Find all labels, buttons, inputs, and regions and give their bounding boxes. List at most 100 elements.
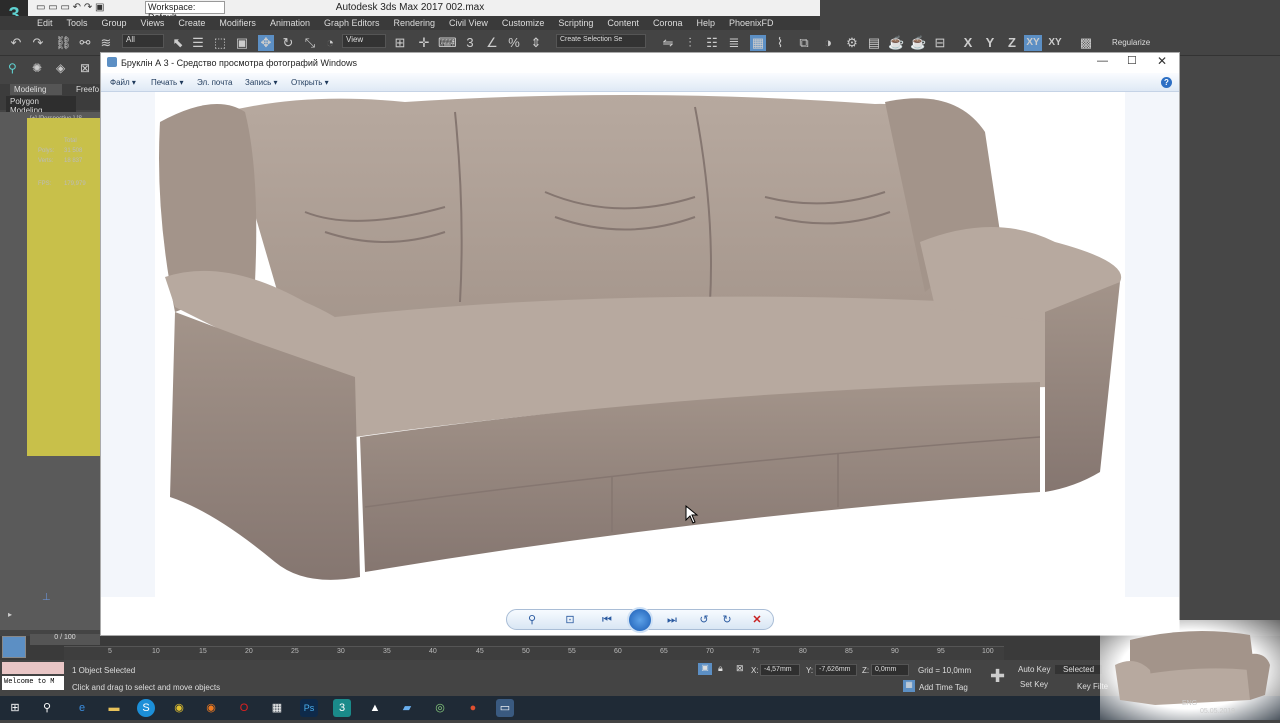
menu-tools[interactable]: Tools [60, 18, 95, 28]
z-coordinate-field[interactable]: 0,0mm [871, 664, 909, 676]
menu-email[interactable]: Эл. почта [197, 78, 232, 87]
menu-animation[interactable]: Animation [263, 18, 317, 28]
menu-graph-editors[interactable]: Graph Editors [317, 18, 387, 28]
time-tag-icon[interactable]: ▦ [903, 680, 915, 692]
regularize-button[interactable]: Regularize [1112, 38, 1150, 47]
menu-views[interactable]: Views [134, 18, 172, 28]
select-object-icon[interactable]: ⬉ [170, 35, 186, 51]
menu-help[interactable]: Help [689, 18, 722, 28]
redo-icon[interactable]: ↷ [30, 35, 46, 51]
maximize-button[interactable]: ☐ [1127, 54, 1137, 67]
selection-filter-dropdown[interactable]: All [122, 34, 164, 48]
photo-canvas[interactable] [101, 92, 1179, 597]
corona-icon[interactable]: ◎ [431, 699, 449, 717]
axis-y-button[interactable]: Y [982, 35, 998, 51]
previous-icon[interactable]: ⏮ [599, 613, 615, 627]
viewport-play-icon[interactable]: ▸ [8, 610, 12, 619]
percent-snap-icon[interactable]: % [506, 35, 522, 51]
maxscript-listener-pink[interactable] [2, 662, 64, 674]
absolute-mode-icon[interactable]: ⊠ [736, 663, 744, 674]
axis-x-button[interactable]: X [960, 35, 976, 51]
viewport-layout-icon[interactable] [2, 636, 26, 658]
menu-content[interactable]: Content [600, 18, 646, 28]
menu-modifiers[interactable]: Modifiers [212, 18, 263, 28]
firefox-icon[interactable]: ◉ [202, 699, 220, 717]
menu-open[interactable]: Открыть ▾ [291, 78, 329, 87]
ribbon-tab-modeling[interactable]: Modeling [10, 84, 62, 95]
axis-z-button[interactable]: Z [1004, 35, 1020, 51]
menu-phoenixfd[interactable]: PhoenixFD [722, 18, 781, 28]
photoshop-icon[interactable]: Ps [300, 699, 318, 717]
photo-viewer-task-icon[interactable]: ▭ [496, 699, 514, 717]
unlink-icon[interactable]: ⚯ [77, 35, 93, 51]
mirror-icon[interactable]: ⇋ [660, 35, 676, 51]
window-crossing-icon[interactable]: ▣ [234, 35, 250, 51]
rectangular-selection-icon[interactable]: ⬚ [212, 35, 228, 51]
render-iterative-icon[interactable]: ☕ [910, 35, 926, 51]
close-button[interactable]: ✕ [1157, 54, 1167, 68]
menu-group[interactable]: Group [95, 18, 134, 28]
menu-file[interactable]: Файл ▾ [110, 78, 136, 87]
help-icon[interactable]: ? [1161, 77, 1172, 88]
select-by-name-icon[interactable]: ☰ [190, 35, 206, 51]
rotate-clockwise-icon[interactable]: ↻ [719, 613, 735, 627]
menu-edit[interactable]: Edit [30, 18, 60, 28]
scene-explorer-icon[interactable]: ☷ [704, 35, 720, 51]
key-selection-dropdown[interactable]: Selected [1055, 665, 1103, 674]
quick-access-icons[interactable]: ▭ ▭ ▭ ↶ ↷ ▣ [36, 2, 104, 13]
menu-print[interactable]: Печать ▾ [151, 78, 183, 87]
file-explorer-icon[interactable]: ▬ [105, 699, 123, 717]
rendered-frame-icon[interactable]: ▤ [866, 35, 882, 51]
select-manipulate-icon[interactable]: ✛ [416, 35, 432, 51]
menu-corona[interactable]: Corona [646, 18, 690, 28]
zoom-icon[interactable]: ⚲ [524, 613, 540, 627]
minimize-button[interactable]: — [1097, 55, 1108, 67]
undo-icon[interactable]: ↶ [8, 35, 24, 51]
render-online-icon[interactable]: ⊟ [932, 35, 948, 51]
pin-icon[interactable]: ⚲ [8, 61, 17, 75]
lock-icon[interactable]: 🔒︎ [718, 663, 723, 674]
menu-create[interactable]: Create [171, 18, 212, 28]
time-slider[interactable]: 0 / 100 [30, 634, 100, 645]
menu-rendering[interactable]: Rendering [387, 18, 443, 28]
snaps-toggle-icon[interactable]: 3 [462, 35, 478, 51]
add-time-tag[interactable]: Add Time Tag [919, 683, 968, 692]
calculator-icon[interactable]: ▦ [268, 699, 286, 717]
render-icon[interactable]: ☕ [888, 35, 904, 51]
schematic-view-icon[interactable]: ⧉ [796, 35, 812, 51]
tray-language[interactable]: ENG [1182, 700, 1197, 707]
search-icon[interactable]: ⚲ [38, 699, 56, 717]
spinner-snap-icon[interactable]: ⇕ [528, 35, 544, 51]
checker-icon[interactable]: ▩ [1078, 35, 1094, 51]
auto-key-button[interactable]: Auto Key [1018, 665, 1050, 674]
3dsmax-icon[interactable]: 3 [333, 699, 351, 717]
y-coordinate-field[interactable]: -7,626mm [815, 664, 857, 676]
menu-burn[interactable]: Запись ▾ [245, 78, 278, 87]
snap-icon[interactable]: ⊠ [80, 61, 90, 75]
bind-space-warp-icon[interactable]: ≋ [98, 35, 114, 51]
link-icon[interactable]: ⛓ [55, 35, 72, 51]
actual-size-icon[interactable]: ⊡ [562, 613, 578, 627]
chrome-icon[interactable]: ◉ [170, 699, 188, 717]
ribbon-toggle-icon[interactable]: ▦ [750, 35, 766, 51]
pivot-center-icon[interactable]: ⊞ [392, 35, 408, 51]
photos-icon[interactable]: ▲ [366, 699, 384, 717]
isolate-selection-icon[interactable]: ▣ [698, 663, 712, 675]
keyboard-shortcut-icon[interactable]: ⌨ [438, 35, 457, 51]
axis-xy-button[interactable]: XY [1024, 35, 1042, 51]
skype-icon[interactable]: S [137, 699, 155, 717]
axis-xy-cycle-button[interactable]: XY [1046, 35, 1064, 51]
menu-scripting[interactable]: Scripting [551, 18, 600, 28]
render-setup-icon[interactable]: ⚙ [844, 35, 860, 51]
slideshow-button[interactable] [627, 607, 653, 633]
named-selection-sets[interactable]: Create Selection Se [556, 34, 646, 48]
set-key-button[interactable]: Set Key [1020, 680, 1048, 689]
curve-editor-icon[interactable]: ⌇ [772, 35, 788, 51]
select-and-place-icon[interactable]: ◔ [322, 35, 338, 51]
align-icon[interactable]: ⫶ [682, 35, 698, 51]
x-coordinate-field[interactable]: -4,57mm [760, 664, 800, 676]
layer-icon[interactable]: ◈ [56, 61, 65, 75]
maxscript-mini-listener[interactable]: Welcome to M [2, 676, 64, 690]
workspace-dropdown[interactable]: Workspace: Default [145, 1, 225, 22]
menu-customize[interactable]: Customize [495, 18, 552, 28]
